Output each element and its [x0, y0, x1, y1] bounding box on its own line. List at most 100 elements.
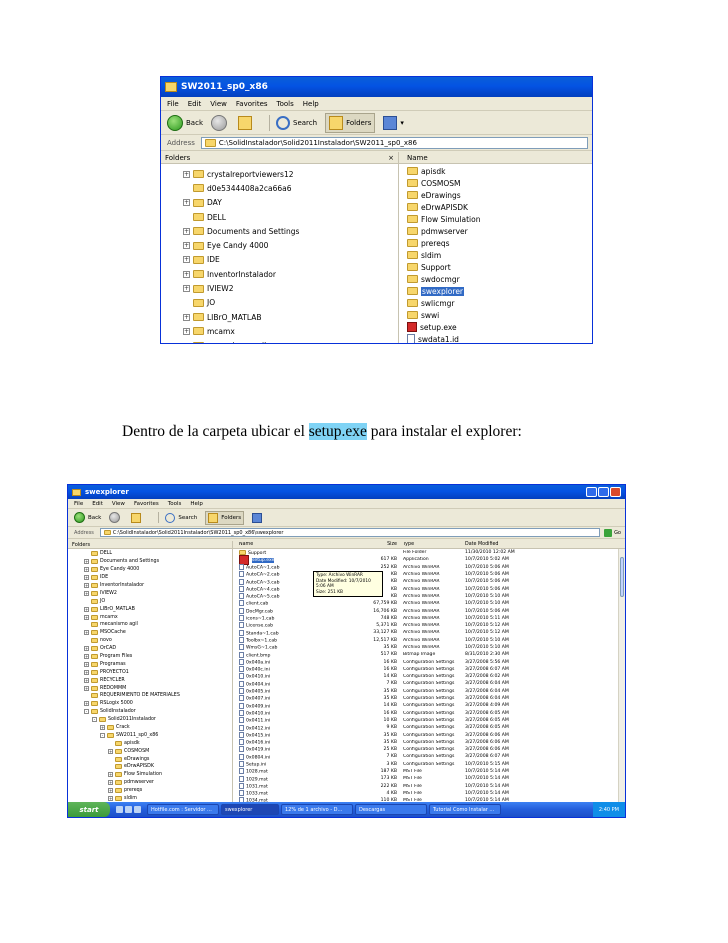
expand-icon[interactable]: + — [183, 270, 190, 278]
tree-item[interactable]: + REDOMMM — [68, 684, 232, 692]
expand-icon[interactable]: + — [84, 559, 89, 565]
tree-item[interactable]: novo — [68, 637, 232, 645]
expand-icon[interactable]: + — [108, 772, 113, 778]
column-header[interactable]: Name — [233, 542, 355, 547]
tree-item[interactable]: JO — [68, 597, 232, 605]
tree-item[interactable]: + InventorInstalador — [161, 267, 398, 281]
tree-item[interactable]: + InventorInstalador — [68, 582, 232, 590]
quick-launch-icon[interactable] — [116, 806, 123, 813]
list-item[interactable]: eDrwAPISDK — [399, 201, 592, 213]
tree-item[interactable]: DELL — [161, 210, 398, 224]
forward-button[interactable] — [211, 114, 230, 131]
expand-icon[interactable]: - — [92, 717, 97, 723]
file-row[interactable]: Setup.ini 3 KB Configuration Settings 10/7/… — [233, 761, 625, 768]
list-item[interactable]: swwi — [399, 309, 592, 321]
tree-item[interactable]: + RECYCLER — [68, 676, 232, 684]
expand-icon[interactable]: + — [84, 685, 89, 691]
expand-icon[interactable]: + — [84, 654, 89, 660]
expand-icon[interactable]: - — [84, 709, 89, 715]
list-item[interactable]: swdata1.id — [399, 333, 592, 343]
file-row[interactable]: 0x0419.ini 25 KB Configuration Settings 3/2… — [233, 746, 625, 753]
expand-icon[interactable]: + — [84, 677, 89, 683]
list-item[interactable]: apisdk — [399, 165, 592, 177]
tree-item[interactable]: + MSOCache — [68, 629, 232, 637]
menu-item-help[interactable]: Help — [303, 100, 319, 108]
file-row[interactable]: 1028.mst 187 KB MST File 10/7/2010 5:14 AM — [233, 768, 625, 775]
expand-icon[interactable]: + — [183, 199, 190, 207]
search-button[interactable]: Search — [165, 512, 197, 523]
file-row[interactable]: AutoCA~5.cab KB Archivo WinRAR 10/7/2010 5:… — [233, 593, 625, 600]
file-row[interactable]: 0x0410.ini 16 KB Configuration Settings 3/2… — [233, 709, 625, 717]
back-button[interactable]: Back — [74, 512, 101, 523]
column-header[interactable]: Size — [355, 542, 401, 547]
expand-icon[interactable]: + — [84, 701, 89, 707]
taskbar-button[interactable]: swexplorer — [221, 804, 279, 815]
file-row[interactable]: 1031.mst 222 KB MST File 10/7/2010 5:14 AM — [233, 782, 625, 790]
tree-item[interactable]: + PROYECTO1 — [68, 668, 232, 676]
menu-item-view[interactable]: View — [112, 501, 125, 507]
menu-item-file[interactable]: File — [74, 501, 83, 507]
tree-item[interactable]: + IVIEW2 — [68, 589, 232, 597]
expand-icon[interactable]: + — [108, 748, 113, 754]
taskbar-button[interactable]: Hotfile.com : Servidor ... — [147, 804, 219, 815]
tree-item[interactable]: + pdmwserver — [68, 779, 232, 787]
list-item[interactable]: COSMOSM — [399, 177, 592, 189]
expand-icon[interactable]: + — [84, 630, 89, 636]
tree-item[interactable]: + Flow Simulation — [68, 771, 232, 779]
list-item[interactable]: sldim — [399, 249, 592, 261]
tree-item[interactable]: eDrawings — [68, 755, 232, 763]
list-item[interactable]: prereqs — [399, 237, 592, 249]
file-row[interactable]: 0x0405.ini 35 KB Configuration Settings 3/2… — [233, 688, 625, 695]
file-row[interactable]: 1029.mst 173 KB MST File 10/7/2010 5:14 AM — [233, 775, 625, 782]
search-button[interactable]: Search — [276, 115, 317, 130]
file-row[interactable]: 0x040c.ini 16 KB Configuration Settings 3/2… — [233, 666, 625, 673]
tree-item[interactable]: + prereqs — [68, 787, 232, 795]
expand-icon[interactable]: + — [84, 606, 89, 612]
expand-icon[interactable]: + — [84, 583, 89, 588]
expand-icon[interactable]: + — [183, 227, 190, 235]
close-button[interactable] — [610, 487, 621, 497]
file-row[interactable]: setup.exe 617 KB Application 10/7/2010 5:02… — [233, 554, 625, 565]
tree-item[interactable]: + IDE — [161, 253, 398, 267]
expand-icon[interactable]: + — [108, 788, 113, 794]
up-folder-button[interactable] — [238, 115, 255, 130]
list-item[interactable]: Support — [399, 261, 592, 273]
tree-item[interactable]: REQUERIMIENTO DE MATERIALES — [68, 692, 232, 700]
tree-item[interactable]: + Documents and Settings — [68, 558, 232, 566]
views-button[interactable]: ▾ — [383, 115, 404, 130]
tree-item[interactable]: + Crack — [68, 724, 232, 732]
maximize-button[interactable] — [598, 487, 609, 497]
tree-item[interactable]: + Program Files — [68, 653, 232, 661]
tree-item[interactable]: + Eye Candy 4000 — [161, 238, 398, 252]
tree-item[interactable]: + DAY — [161, 196, 398, 210]
file-row[interactable]: 0x040a.ini 16 KB Configuration Settings 3/2… — [233, 658, 625, 665]
menu-item-favorites[interactable]: Favorites — [134, 501, 159, 507]
expand-icon[interactable]: + — [183, 313, 190, 321]
column-header[interactable]: Type — [401, 542, 463, 547]
menu-item-tools[interactable]: Tools — [277, 100, 294, 108]
tree-item[interactable]: + Eye Candy 4000 — [68, 566, 232, 574]
tree-item[interactable]: + Programas — [68, 660, 232, 668]
tree-item[interactable]: + IDE — [68, 574, 232, 582]
tree-item[interactable]: + mcamx — [68, 613, 232, 621]
tree-item[interactable]: + mcamx — [161, 324, 398, 338]
list-item[interactable]: Flow Simulation — [399, 213, 592, 225]
file-row[interactable]: AutoCA~3.cab KB Archivo WinRAR 10/7/2010 5:… — [233, 578, 625, 585]
expand-icon[interactable]: + — [84, 575, 89, 581]
tree-item[interactable]: + OrCAD — [68, 645, 232, 653]
title-bar[interactable]: swexplorer — [68, 485, 625, 499]
address-input[interactable]: C:\SolidInstalador\Solid2011Instalador\S… — [200, 136, 588, 149]
file-row[interactable]: 1033.mst 4 KB MST File 10/7/2010 5:14 AM — [233, 790, 625, 797]
file-row[interactable]: 0x0404.ini 7 KB Configuration Settings 3/27… — [233, 680, 625, 687]
file-row[interactable]: client.bmp 517 KB Bitmap Image 8/31/2010 2:… — [233, 651, 625, 658]
menu-item-edit[interactable]: Edit — [188, 100, 202, 108]
back-button[interactable]: Back — [167, 114, 203, 131]
menu-item-tools[interactable]: Tools — [168, 501, 182, 507]
forward-button[interactable] — [109, 512, 123, 523]
tree-item[interactable]: mecanismo agil — [68, 621, 232, 629]
tree-item[interactable]: - SolidInstalador — [68, 708, 232, 716]
tree-item[interactable]: - SW2011_sp0_x86 — [68, 731, 232, 739]
file-row[interactable]: AutoCA~4.cab KB Archivo WinRAR 10/7/2010 5:… — [233, 585, 625, 592]
expand-icon[interactable]: + — [84, 661, 89, 667]
tree-item[interactable]: + IVIEW2 — [161, 281, 398, 295]
